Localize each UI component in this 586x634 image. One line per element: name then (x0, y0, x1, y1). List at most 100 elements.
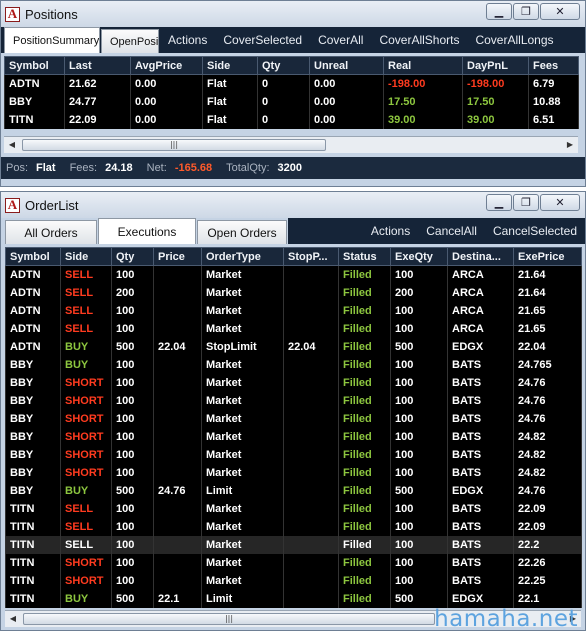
table-row[interactable]: BBY 24.77 0.00 Flat 0 0.00 17.50 17.50 10.88 (4, 92, 579, 111)
table-cell: TITN (5, 589, 61, 608)
scroll-thumb[interactable]: ||| (22, 138, 326, 151)
table-row[interactable]: TITN SHORT 100 Market Filled 100 BATS 22.25 (5, 571, 582, 590)
table-cell: 10.88 (528, 92, 579, 111)
table-cell: 22.1 (513, 589, 582, 608)
table-row[interactable]: BBY SHORT 100 Market Filled 100 BATS 24.82 (5, 427, 582, 446)
table-row[interactable]: ADTN BUY 500 22.04 StopLimit 22.04 Filled 500 ED… (5, 337, 582, 356)
scroll-right-icon[interactable]: ▶ (562, 137, 578, 152)
scroll-left-icon[interactable]: ◀ (5, 611, 21, 626)
action-actions[interactable]: Actions (363, 224, 418, 238)
positions-hscrollbar[interactable]: ◀ ||| ▶ (4, 135, 578, 153)
totalqty-value: 3200 (277, 161, 303, 174)
column-header[interactable]: Status (338, 247, 391, 266)
table-cell: BBY (5, 427, 61, 446)
table-cell (283, 571, 339, 590)
restore-icon[interactable]: ❐ (513, 194, 539, 211)
table-cell: 100 (111, 427, 154, 446)
tab-executions[interactable]: Executions (98, 218, 196, 244)
table-row[interactable]: TITN SELL 100 Market Filled 100 BATS 22.09 (5, 517, 582, 536)
table-row[interactable]: TITN SELL 100 Market Filled 100 BATS 22.09 (5, 499, 582, 518)
table-cell: ADTN (5, 265, 61, 284)
table-cell: 100 (111, 409, 154, 428)
table-cell: Market (201, 355, 284, 374)
column-header[interactable]: Last (64, 56, 131, 75)
positions-titlebar[interactable]: A Positions ▁ ❐ ✕ (1, 1, 585, 27)
scroll-thumb[interactable]: ||| (23, 612, 435, 625)
table-cell: 21.65 (513, 319, 582, 338)
tab-open-orders[interactable]: Open Orders (197, 220, 287, 244)
scroll-left-icon[interactable]: ◀ (4, 137, 20, 152)
table-cell: 0 (257, 74, 310, 93)
table-cell (153, 499, 202, 518)
table-row[interactable]: ADTN 21.62 0.00 Flat 0 0.00 -198.00 -198.00 6.79 (4, 74, 579, 93)
column-header[interactable]: OrderType (201, 247, 284, 266)
restore-icon[interactable]: ❐ (513, 3, 539, 20)
action-cancelselected[interactable]: CancelSelected (485, 224, 585, 238)
column-header[interactable]: Qty (257, 56, 310, 75)
table-row[interactable]: BBY SHORT 100 Market Filled 100 BATS 24.82 (5, 445, 582, 464)
table-row[interactable]: ADTN SELL 100 Market Filled 100 ARCA 21.64 (5, 265, 582, 284)
table-row[interactable]: TITN SELL 100 Market Filled 100 BATS 22.2 (5, 535, 582, 554)
net-value: -165.68 (174, 161, 213, 174)
table-cell: Market (201, 571, 284, 590)
column-header[interactable]: Side (202, 56, 258, 75)
table-cell: TITN (5, 499, 61, 518)
table-cell: -198.00 (462, 74, 529, 93)
table-row[interactable]: BBY SHORT 100 Market Filled 100 BATS 24.76 (5, 391, 582, 410)
table-cell: 100 (111, 553, 154, 572)
table-cell: EDGX (447, 481, 514, 500)
table-cell (153, 319, 202, 338)
table-cell: BATS (447, 427, 514, 446)
column-header[interactable]: Symbol (5, 247, 61, 266)
close-icon[interactable]: ✕ (540, 194, 580, 211)
tab-position-summary[interactable]: PositionSummary (4, 27, 100, 53)
column-header[interactable]: Fees (528, 56, 579, 75)
table-row[interactable]: TITN BUY 500 22.1 Limit Filled 500 EDGX 22.1 (5, 589, 582, 608)
column-header[interactable]: Symbol (4, 56, 65, 75)
action-actions[interactable]: Actions (160, 33, 215, 47)
column-header[interactable]: Unreal (309, 56, 384, 75)
table-row[interactable]: BBY BUY 500 24.76 Limit Filled 500 EDGX 24.76 (5, 481, 582, 500)
action-coverall[interactable]: CoverAll (310, 33, 371, 47)
action-cancelall[interactable]: CancelAll (418, 224, 485, 238)
tab-open-positions[interactable]: OpenPositi (101, 29, 159, 53)
table-cell: SHORT (60, 571, 112, 590)
column-header[interactable]: ExeQty (390, 247, 448, 266)
column-header[interactable]: Price (153, 247, 202, 266)
close-icon[interactable]: ✕ (540, 3, 580, 20)
table-cell: 22.09 (513, 517, 582, 536)
action-coverselected[interactable]: CoverSelected (215, 33, 310, 47)
table-row[interactable]: BBY SHORT 100 Market Filled 100 BATS 24.76 (5, 409, 582, 428)
table-cell: 24.82 (513, 445, 582, 464)
orderlist-titlebar[interactable]: A OrderList ▁ ❐ ✕ (1, 192, 585, 218)
table-cell: 100 (390, 499, 448, 518)
positions-statusbar: Pos: Flat Fees: 24.18 Net: -165.68 Total… (1, 156, 585, 179)
table-row[interactable]: ADTN SELL 200 Market Filled 200 ARCA 21.64 (5, 283, 582, 302)
minimize-icon[interactable]: ▁ (486, 3, 512, 20)
table-cell: 0.00 (309, 110, 384, 129)
table-row[interactable]: BBY SHORT 100 Market Filled 100 BATS 24.76 (5, 373, 582, 392)
minimize-icon[interactable]: ▁ (486, 194, 512, 211)
column-header[interactable]: Side (60, 247, 112, 266)
column-header[interactable]: ExePrice (513, 247, 582, 266)
table-cell: 200 (390, 283, 448, 302)
column-header[interactable]: AvgPrice (130, 56, 203, 75)
column-header[interactable]: Qty (111, 247, 154, 266)
table-row[interactable]: TITN SHORT 100 Market Filled 100 BATS 22.26 (5, 553, 582, 572)
table-cell (153, 409, 202, 428)
column-header[interactable]: DayPnL (462, 56, 529, 75)
table-row[interactable]: ADTN SELL 100 Market Filled 100 ARCA 21.65 (5, 301, 582, 320)
table-cell: 100 (111, 391, 154, 410)
action-coveralllongs[interactable]: CoverAllLongs (467, 33, 561, 47)
table-row[interactable]: BBY SHORT 100 Market Filled 100 BATS 24.82 (5, 463, 582, 482)
column-header[interactable]: Destina... (447, 247, 514, 266)
table-row[interactable]: ADTN SELL 100 Market Filled 100 ARCA 21.65 (5, 319, 582, 338)
action-coverallshorts[interactable]: CoverAllShorts (371, 33, 467, 47)
table-row[interactable]: BBY BUY 100 Market Filled 100 BATS 24.765 (5, 355, 582, 374)
column-header[interactable]: Real (383, 56, 463, 75)
table-cell: 100 (390, 571, 448, 590)
column-header[interactable]: StopP... (283, 247, 339, 266)
table-cell: Flat (202, 74, 258, 93)
table-row[interactable]: TITN 22.09 0.00 Flat 0 0.00 39.00 39.00 6.51 (4, 110, 579, 129)
tab-all-orders[interactable]: All Orders (5, 220, 97, 244)
